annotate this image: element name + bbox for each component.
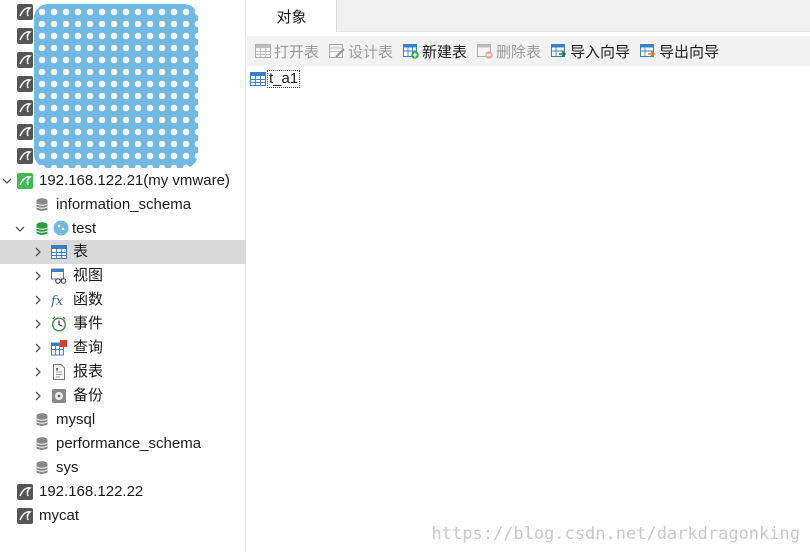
mysql-connection-icon	[17, 508, 33, 524]
connection-label: 192.168.122.22	[39, 483, 144, 500]
table-item[interactable]: t_a1	[250, 69, 301, 89]
database-label: mysql	[56, 411, 96, 428]
open-table-label: 打开表	[274, 43, 320, 61]
schema-item-reports[interactable]: 报表	[0, 360, 246, 384]
import-wizard-icon	[551, 44, 567, 58]
schema-item-events[interactable]: 事件	[0, 312, 246, 336]
connection-label: mycat	[39, 507, 80, 524]
database-label: sys	[56, 459, 79, 476]
blurred-overlay-icon	[53, 220, 69, 236]
chevron-right-icon[interactable]	[32, 270, 44, 282]
open-table-icon	[255, 44, 271, 58]
mysql-connection-icon	[17, 4, 33, 20]
redacted-area	[34, 4, 198, 168]
tab-bar: 对象	[247, 0, 810, 32]
chevron-right-icon[interactable]	[32, 294, 44, 306]
event-icon	[51, 316, 67, 332]
mysql-connection-icon	[17, 100, 33, 116]
schema-item-views[interactable]: 视图	[0, 264, 246, 288]
view-icon	[51, 268, 67, 284]
import-wizard-label: 导入向导	[570, 43, 631, 61]
connection-row-mycat[interactable]: mycat	[0, 504, 246, 528]
backup-icon	[51, 388, 67, 404]
schema-item-label: 备份	[73, 387, 104, 404]
tab-objects[interactable]: 对象	[247, 0, 337, 32]
export-wizard-label: 导出向导	[659, 43, 720, 61]
database-label: information_schema	[56, 196, 192, 213]
mysql-connection-icon	[17, 52, 33, 68]
connection-label: 192.168.122.21(my vmware)	[39, 172, 230, 189]
new-table-button[interactable]: 新建表	[403, 41, 467, 61]
import-wizard-button[interactable]: 导入向导	[551, 41, 630, 61]
schema-item-tables[interactable]: 表	[0, 240, 246, 264]
mysql-connection-icon	[17, 76, 33, 92]
schema-item-queries[interactable]: 查询	[0, 336, 246, 360]
connection-row-vmware[interactable]: 192.168.122.21(my vmware)	[0, 169, 246, 193]
export-wizard-button[interactable]: 导出向导	[640, 41, 719, 61]
database-icon	[34, 197, 50, 213]
navigation-tree: 192.168.122.21(my vmware) information_sc…	[0, 0, 246, 552]
chevron-right-icon[interactable]	[32, 342, 44, 354]
schema-item-label: 表	[73, 243, 89, 260]
table-icon	[51, 244, 67, 260]
design-table-icon	[329, 44, 345, 58]
database-row-performance-schema[interactable]: performance_schema	[0, 432, 246, 456]
schema-item-label: 函数	[73, 291, 104, 308]
schema-item-backups[interactable]: 备份	[0, 384, 246, 408]
object-panel: 对象 打开表 设计表 新建表 删除表 导入向导 导出向导 t_a1	[247, 0, 810, 552]
function-icon: fx	[51, 292, 67, 308]
schema-item-label: 视图	[73, 267, 104, 284]
svg-text:fx: fx	[51, 294, 64, 308]
database-label: performance_schema	[56, 435, 202, 452]
database-icon	[34, 412, 50, 428]
report-icon	[51, 364, 67, 380]
delete-table-label: 删除表	[496, 43, 542, 61]
schema-item-label: 报表	[73, 363, 104, 380]
schema-item-functions[interactable]: fx 函数	[0, 288, 246, 312]
delete-table-button[interactable]: 删除表	[477, 41, 541, 61]
object-list: t_a1	[247, 66, 810, 552]
connection-row-22[interactable]: 192.168.122.22	[0, 480, 246, 504]
mysql-connection-icon	[17, 124, 33, 140]
object-toolbar: 打开表 设计表 新建表 删除表 导入向导 导出向导	[247, 36, 810, 66]
database-icon	[34, 460, 50, 476]
design-table-button[interactable]: 设计表	[329, 41, 393, 61]
schema-item-label: 查询	[73, 339, 104, 356]
open-table-button[interactable]: 打开表	[255, 41, 319, 61]
chevron-right-icon[interactable]	[32, 318, 44, 330]
chevron-down-icon[interactable]	[1, 175, 13, 187]
database-row-information-schema[interactable]: information_schema	[0, 193, 246, 217]
new-table-icon	[403, 44, 419, 59]
table-item-label: t_a1	[267, 70, 301, 88]
export-wizard-icon	[640, 44, 656, 58]
database-active-icon	[34, 221, 50, 237]
chevron-right-icon[interactable]	[32, 390, 44, 402]
database-row-test[interactable]: test	[0, 217, 246, 241]
watermark: https://blog.csdn.net/darkdragonking	[431, 524, 800, 544]
mysql-connection-icon	[17, 28, 33, 44]
new-table-label: 新建表	[422, 43, 468, 61]
schema-item-label: 事件	[73, 315, 104, 332]
mysql-connection-active-icon	[17, 173, 33, 189]
chevron-down-icon[interactable]	[14, 223, 26, 235]
database-row-mysql[interactable]: mysql	[0, 408, 246, 432]
table-icon	[250, 72, 266, 86]
chevron-right-icon[interactable]	[32, 246, 44, 258]
database-icon	[34, 436, 50, 452]
query-icon	[51, 340, 67, 356]
mysql-connection-icon	[17, 148, 33, 164]
design-table-label: 设计表	[348, 43, 394, 61]
tab-label: 对象	[276, 8, 307, 26]
database-label: test	[72, 220, 97, 237]
delete-table-icon	[477, 44, 493, 59]
database-row-sys[interactable]: sys	[0, 456, 246, 480]
chevron-right-icon[interactable]	[32, 366, 44, 378]
mysql-connection-icon	[17, 484, 33, 500]
